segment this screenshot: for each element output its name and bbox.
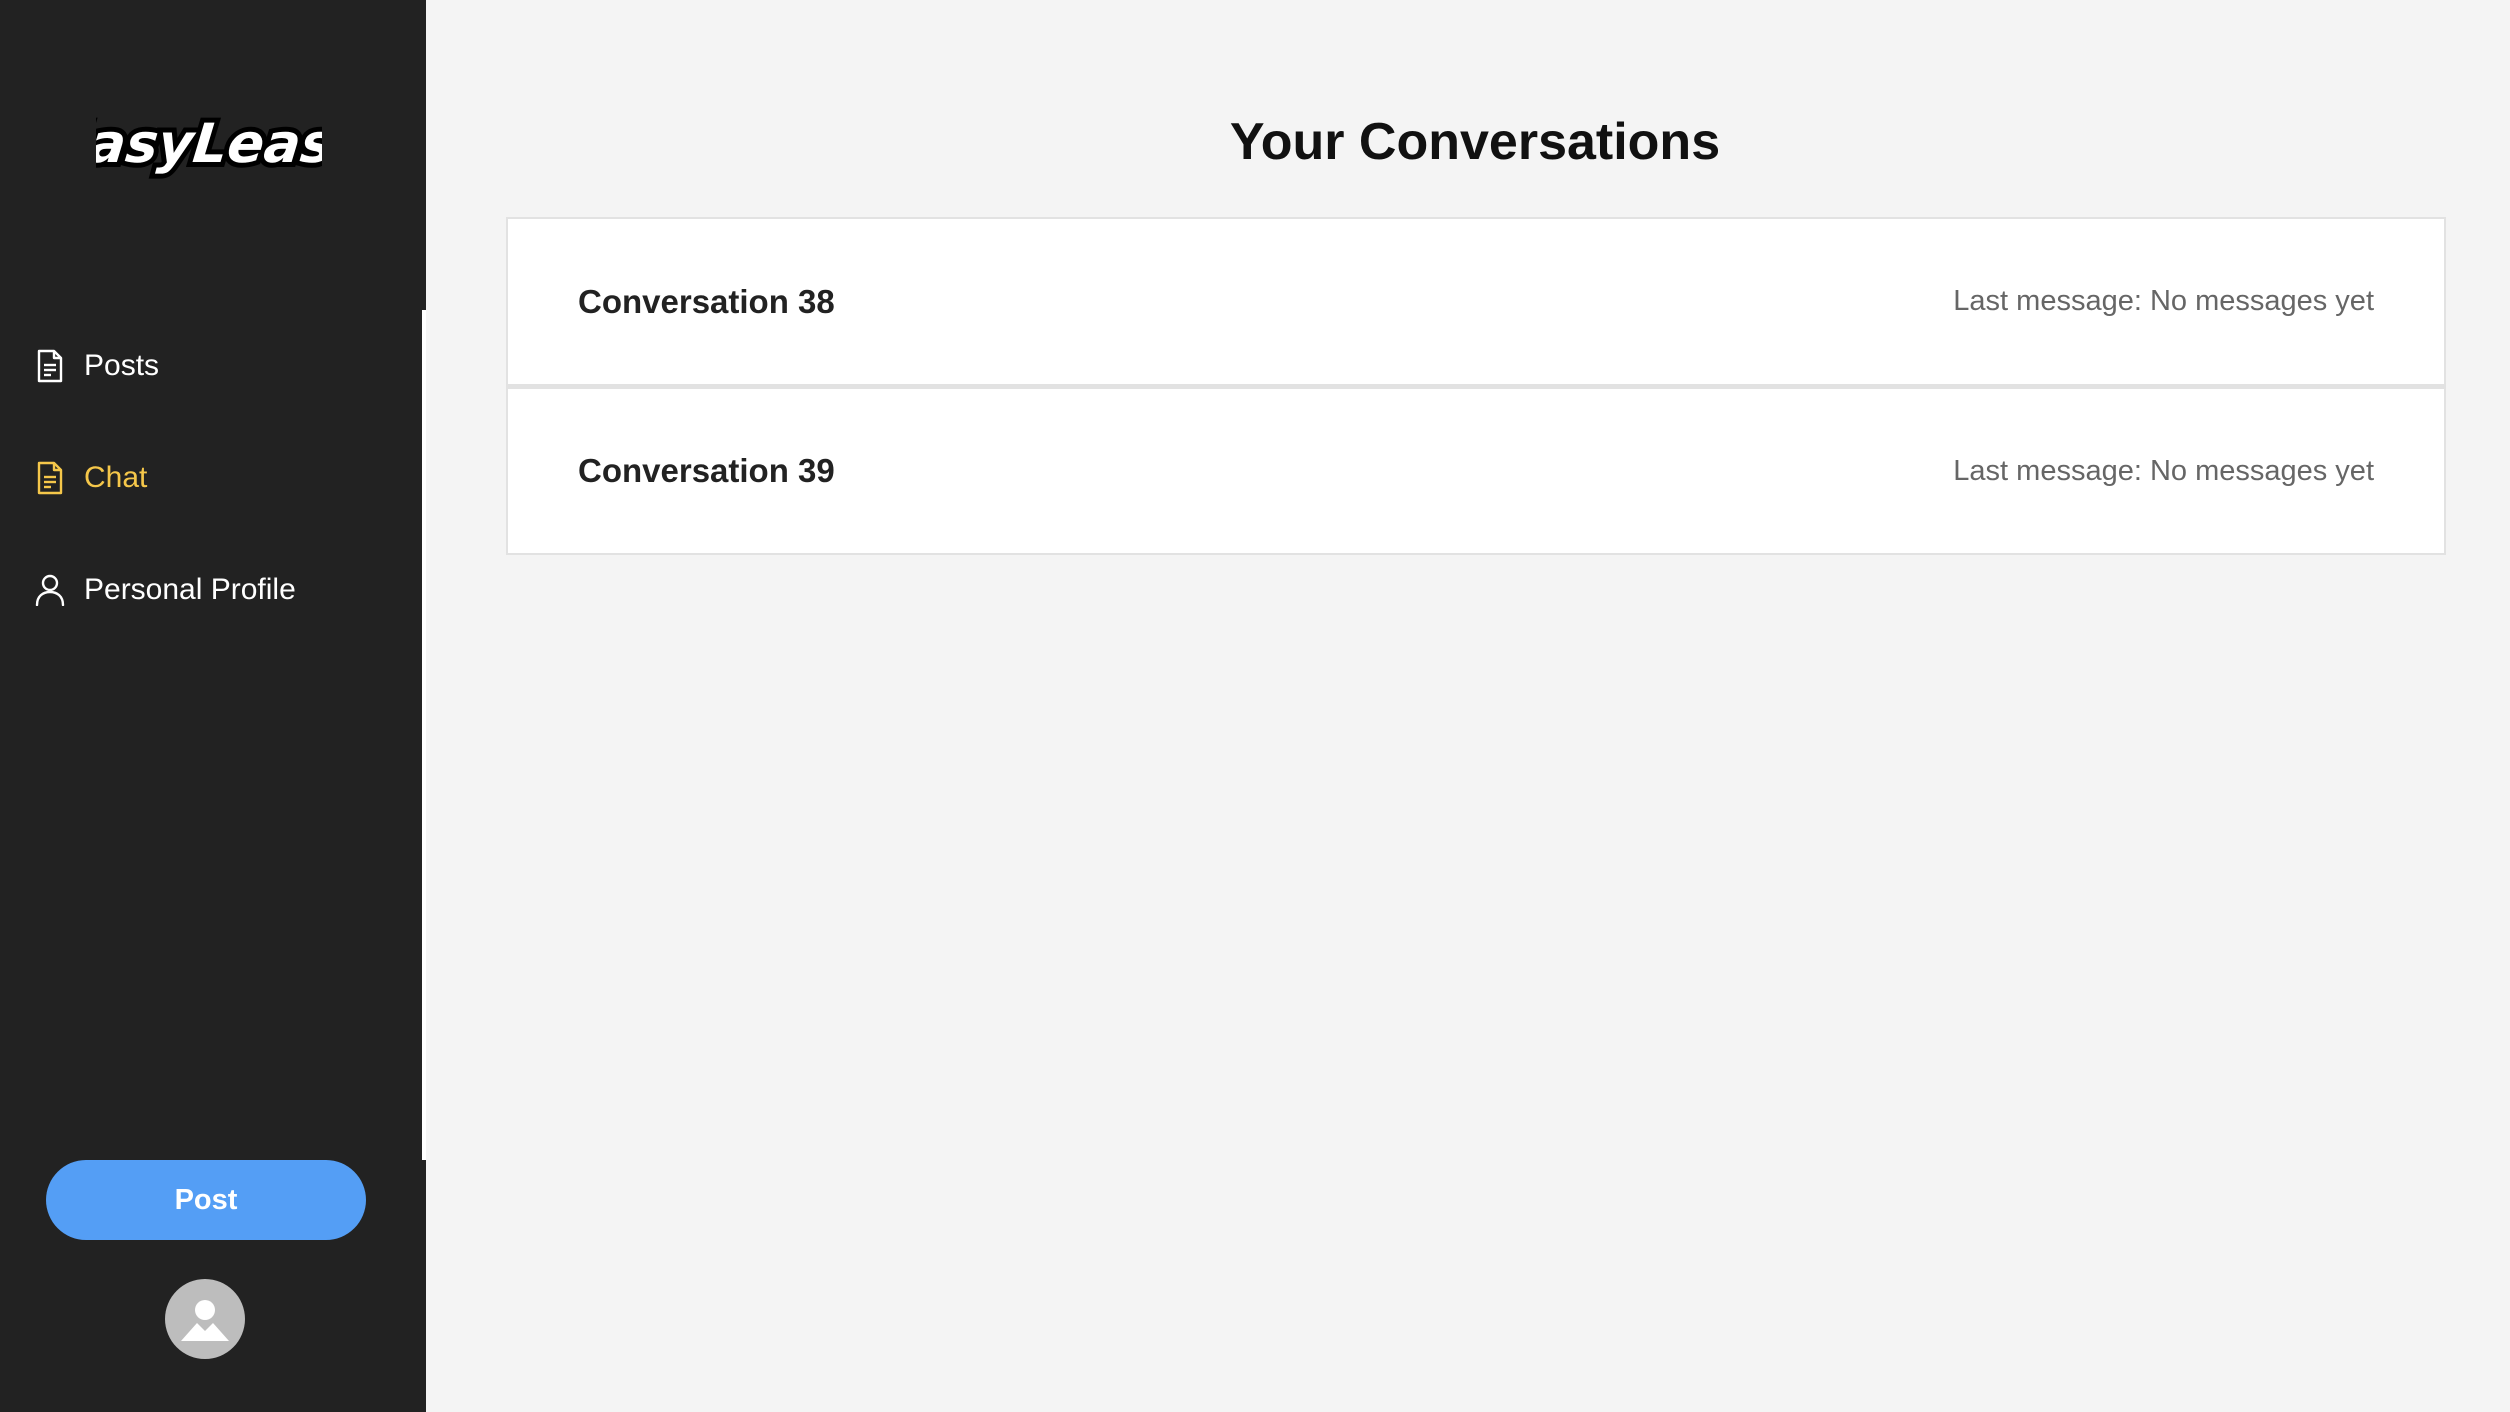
app-root: EasyLeasy Posts Chat Personal Profile Po…: [0, 0, 2510, 1412]
sidebar-item-chat[interactable]: Chat: [34, 450, 404, 506]
svg-text:EasyLeasy: EasyLeasy: [96, 112, 322, 175]
conversation-item[interactable]: Conversation 38 Last message: No message…: [506, 217, 2446, 386]
avatar[interactable]: [165, 1279, 245, 1359]
user-icon: [34, 572, 66, 608]
conversation-last-message: Last message: No messages yet: [1953, 285, 2374, 317]
sidebar-item-posts[interactable]: Posts: [34, 338, 404, 394]
sidebar-item-label: Posts: [84, 349, 160, 382]
post-button[interactable]: Post: [46, 1160, 366, 1240]
conversation-last-message: Last message: No messages yet: [1953, 454, 2374, 487]
brand-logo[interactable]: EasyLeasy: [96, 100, 322, 190]
logo-icon: EasyLeasy: [96, 107, 322, 180]
sidebar-item-label: Personal Profile: [84, 573, 296, 606]
conversation-list: Conversation 38 Last message: No message…: [506, 217, 2446, 555]
sidebar: EasyLeasy Posts Chat Personal Profile Po…: [0, 0, 426, 1412]
conversation-name: Conversation 38: [578, 282, 835, 320]
sidebar-item-label: Chat: [84, 461, 148, 494]
conversation-name: Conversation 39: [578, 452, 835, 489]
conversation-item[interactable]: Conversation 39 Last message: No message…: [506, 386, 2446, 555]
document-icon: [34, 460, 66, 496]
document-icon: [34, 348, 66, 384]
sidebar-item-personal-profile[interactable]: Personal Profile: [34, 562, 404, 618]
page-title: Your Conversations: [1229, 113, 1721, 171]
sidebar-divider: [422, 310, 426, 1160]
avatar-placeholder-icon: [181, 1300, 229, 1341]
